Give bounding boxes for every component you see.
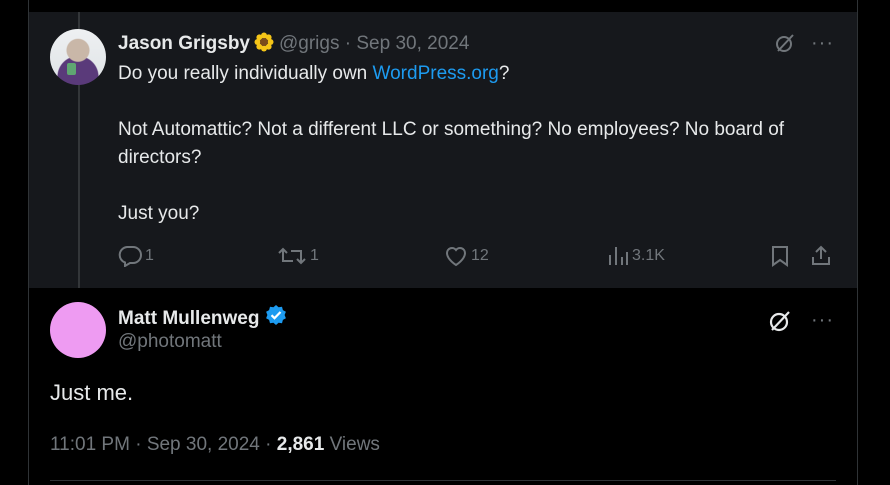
reply-tweet[interactable]: Jason Grigsby @grigs · Sep 30, 2024 ··· D… xyxy=(29,12,857,288)
tweet-date[interactable]: Sep 30, 2024 xyxy=(356,33,469,54)
like-count: 12 xyxy=(471,247,489,264)
divider xyxy=(50,480,836,481)
repost-button[interactable]: 1 xyxy=(277,245,319,267)
reply-text-start: Do you really individually own xyxy=(118,63,373,84)
share-icon[interactable] xyxy=(810,244,832,266)
like-icon xyxy=(444,245,468,267)
thread-line-top xyxy=(78,12,80,29)
author-name[interactable]: Jason Grigsby xyxy=(118,33,250,54)
tweet-date[interactable]: Sep 30, 2024 xyxy=(147,434,260,455)
main-text: Just me. xyxy=(50,380,134,405)
reply-text-rest: ? Not Automattic? Not a different LLC or… xyxy=(118,63,785,224)
sunflower-icon xyxy=(254,32,274,60)
previous-tweet-edge xyxy=(29,0,857,12)
more-icon[interactable]: ··· xyxy=(811,33,834,53)
reply-text: Do you really individually own WordPress… xyxy=(118,60,818,228)
reply-icon xyxy=(118,245,142,267)
views-button[interactable]: 3.1K xyxy=(607,245,665,267)
tweet-meta: 11:01 PM · Sep 30, 2024 · 2,861 Views xyxy=(50,434,380,456)
tweet-time[interactable]: 11:01 PM xyxy=(50,434,130,455)
avatar-mug xyxy=(67,63,76,75)
timeline-column: Jason Grigsby @grigs · Sep 30, 2024 ··· D… xyxy=(28,0,858,485)
main-tweet: Matt Mullenweg @photomatt ··· Just me. 1… xyxy=(29,288,857,485)
reply-count: 1 xyxy=(145,247,154,264)
grok-icon[interactable] xyxy=(767,308,793,334)
more-icon[interactable]: ··· xyxy=(811,310,834,330)
avatar[interactable] xyxy=(50,29,106,85)
author-handle[interactable]: @photomatt xyxy=(118,331,222,353)
bookmark-icon[interactable] xyxy=(769,245,791,267)
views-label: Views xyxy=(329,434,380,455)
separator-dot: · xyxy=(135,434,142,455)
views-count: 3.1K xyxy=(632,247,665,264)
views-icon xyxy=(607,245,629,267)
thread-line-bottom xyxy=(78,84,80,288)
reply-header: Jason Grigsby @grigs · Sep 30, 2024 xyxy=(118,31,469,60)
repost-icon xyxy=(277,245,307,267)
like-button[interactable]: 12 xyxy=(444,245,489,267)
avatar[interactable] xyxy=(50,302,106,358)
author-handle[interactable]: @grigs xyxy=(279,33,339,54)
verified-badge-icon[interactable] xyxy=(265,304,287,334)
author-name-row: Matt Mullenweg xyxy=(118,304,287,334)
wordpress-link[interactable]: WordPress.org xyxy=(373,63,499,84)
reply-button[interactable]: 1 xyxy=(118,245,154,267)
views-count: 2,861 xyxy=(276,434,325,455)
grok-icon[interactable] xyxy=(774,32,796,54)
author-name[interactable]: Matt Mullenweg xyxy=(118,306,259,332)
separator-dot: · xyxy=(265,434,272,455)
repost-count: 1 xyxy=(310,247,319,264)
